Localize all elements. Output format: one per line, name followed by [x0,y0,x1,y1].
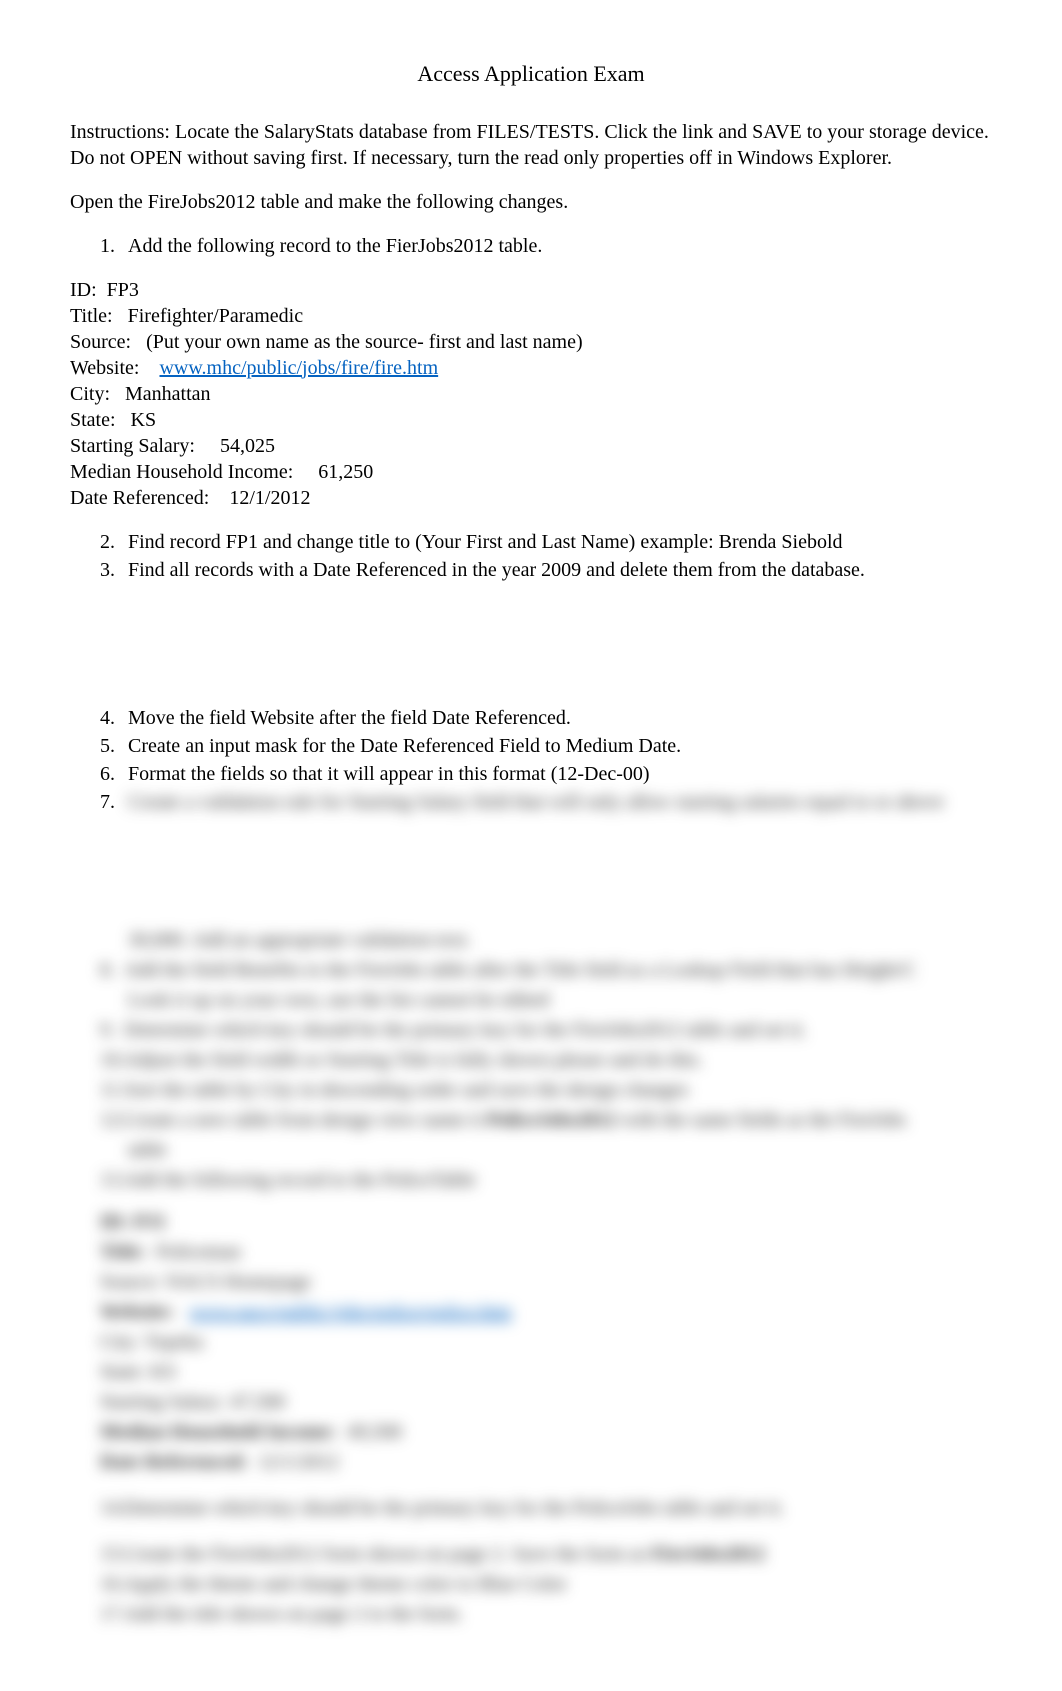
source-label: Source: [70,331,131,353]
website-label: Website: [70,357,139,379]
item-text: Format the fields so that it will appear… [128,763,650,785]
item-number: 7. [100,789,115,815]
blurred-line: 30,000. Add an appropriate validation te… [100,927,992,953]
salary-label: Starting Salary: [70,435,195,457]
date-value: 12/1/2012 [229,487,310,509]
salary-value: 54,025 [220,435,275,457]
item-text: Find record FP1 and change title to (You… [128,531,843,553]
blurred-line: 14.Determine which key should be the pri… [100,1495,992,1521]
blurred-line: 12.Create a new table from design view n… [100,1107,992,1133]
blurred-text: Create a validation rule for Starting Sa… [128,791,944,813]
list-item: 7. Create a validation rule for Starting… [100,789,992,815]
item-number: 1. [100,233,115,259]
blurred-line: 17.Add the title shown on page 2 to the … [100,1601,992,1627]
blurred-line: Median Household Income: 49,500 [100,1419,992,1445]
instruction-list-3: 4. Move the field Website after the fiel… [70,705,992,815]
city-label: City: [70,383,110,405]
blurred-line: Title: Policeman [100,1239,992,1265]
list-item: 6. Format the fields so that it will app… [100,761,992,787]
open-table-instruction: Open the FireJobs2012 table and make the… [70,189,992,215]
item-text: Create an input mask for the Date Refere… [128,735,681,757]
instruction-list-2: 2. Find record FP1 and change title to (… [70,529,992,583]
state-value: KS [131,409,157,431]
item-number: 2. [100,529,115,555]
item-text: Move the field Website after the field D… [128,707,571,729]
blurred-line: 8.Add the field Benefits to the FireJobs… [100,957,992,983]
record-details: ID: FP3 Title: Firefighter/Paramedic Sou… [70,277,992,511]
item-text: Find all records with a Date Referenced … [128,559,865,581]
blurred-line: Source: NACS Homepage [100,1269,992,1295]
blurred-line: Look it up on your own, use the list can… [100,987,992,1013]
title-label: Title: [70,305,113,327]
blurred-line: ID: PJ1 [100,1209,992,1235]
source-value: (Put your own name as the source- first … [146,331,583,353]
blurred-line: Website: www.nacs/public/jobs/police/pol… [100,1299,992,1325]
id-value: FP3 [107,279,139,301]
item-number: 6. [100,761,115,787]
instruction-list: 1. Add the following record to the FierJ… [70,233,992,259]
blurred-line: 10.Adjust the field width so Starting Ti… [100,1047,992,1073]
blurred-line: City: Topeka [100,1329,992,1355]
list-item: 5. Create an input mask for the Date Ref… [100,733,992,759]
blurred-line: 16.Apply the theme and change theme colo… [100,1571,992,1597]
item-number: 5. [100,733,115,759]
item-number: 3. [100,557,115,583]
instructions-text: Instructions: Locate the SalaryStats dat… [70,119,992,171]
blurred-section: 30,000. Add an appropriate validation te… [70,927,992,1627]
page-title: Access Application Exam [70,60,992,89]
blurred-line: 13.Add the following record to the Polic… [100,1167,992,1193]
item-number: 4. [100,705,115,731]
city-value: Manhattan [125,383,211,405]
list-item: 2. Find record FP1 and change title to (… [100,529,992,555]
blurred-line: 11.Sort the table by City in descending … [100,1077,992,1103]
state-label: State: [70,409,116,431]
id-label: ID: [70,279,97,301]
blurred-line: Starting Salary: 47,500 [100,1389,992,1415]
income-label: Median Household Income: [70,461,293,483]
list-item: 1. Add the following record to the FierJ… [100,233,992,259]
blurred-line: 15.Create the FireJobs2012 form shown on… [100,1541,992,1567]
list-item: 4. Move the field Website after the fiel… [100,705,992,731]
income-value: 61,250 [318,461,373,483]
website-link[interactable]: www.mhc/public/jobs/fire/fire.htm [159,357,438,379]
list-item: 3. Find all records with a Date Referenc… [100,557,992,583]
blurred-line: table [100,1137,992,1163]
date-label: Date Referenced: [70,487,209,509]
title-value: Firefighter/Paramedic [128,305,304,327]
blurred-line: Date Referenced: 12/1/2012 [100,1449,992,1475]
blurred-line: State: KS [100,1359,992,1385]
blurred-line: 9.Determine which key should be the prim… [100,1017,992,1043]
item-text: Add the following record to the FierJobs… [128,235,542,257]
